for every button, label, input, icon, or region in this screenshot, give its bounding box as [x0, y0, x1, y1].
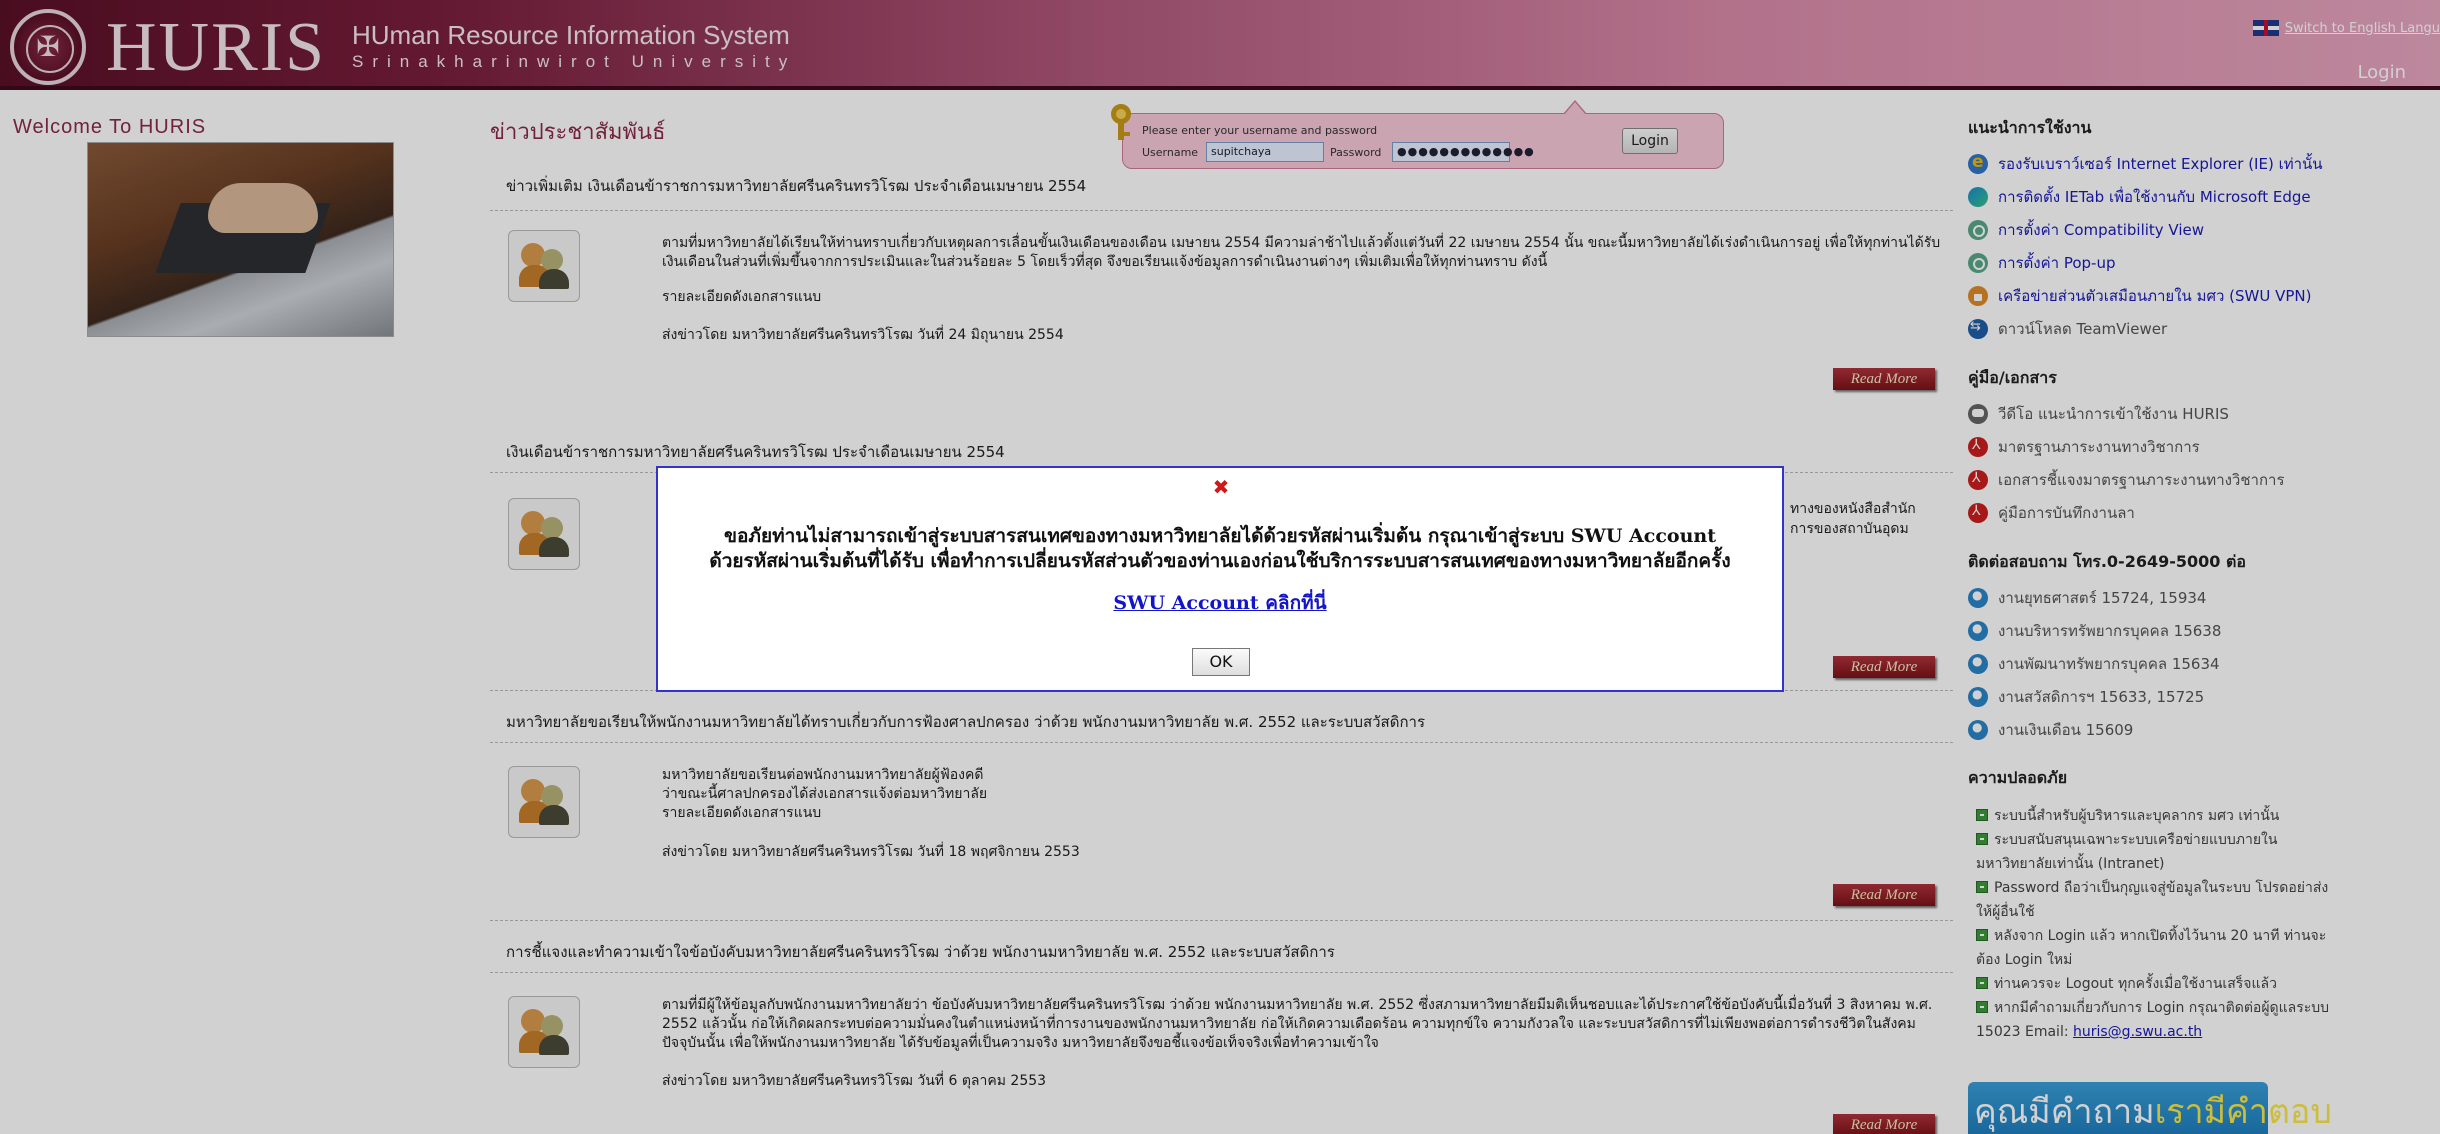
ok-button[interactable]: OK — [1192, 648, 1250, 676]
alert-dialog: ✖ ขอภัยท่านไม่สามารถเข้าสู่ระบบสารสนเทศข… — [656, 466, 1784, 692]
swu-account-link[interactable]: SWU Account คลิกที่นี่ — [658, 588, 1782, 618]
dialog-message: ขอภัยท่านไม่สามารถเข้าสู่ระบบสารสนเทศของ… — [668, 524, 1772, 574]
close-icon[interactable]: ✖ — [1212, 477, 1230, 497]
dialog-message-line: ด้วยรหัสผ่านเริ่มต้นที่ได้รับ เพื่อทำการ… — [709, 550, 1731, 572]
dialog-message-line: ขอภัยท่านไม่สามารถเข้าสู่ระบบสารสนเทศของ… — [724, 525, 1716, 547]
